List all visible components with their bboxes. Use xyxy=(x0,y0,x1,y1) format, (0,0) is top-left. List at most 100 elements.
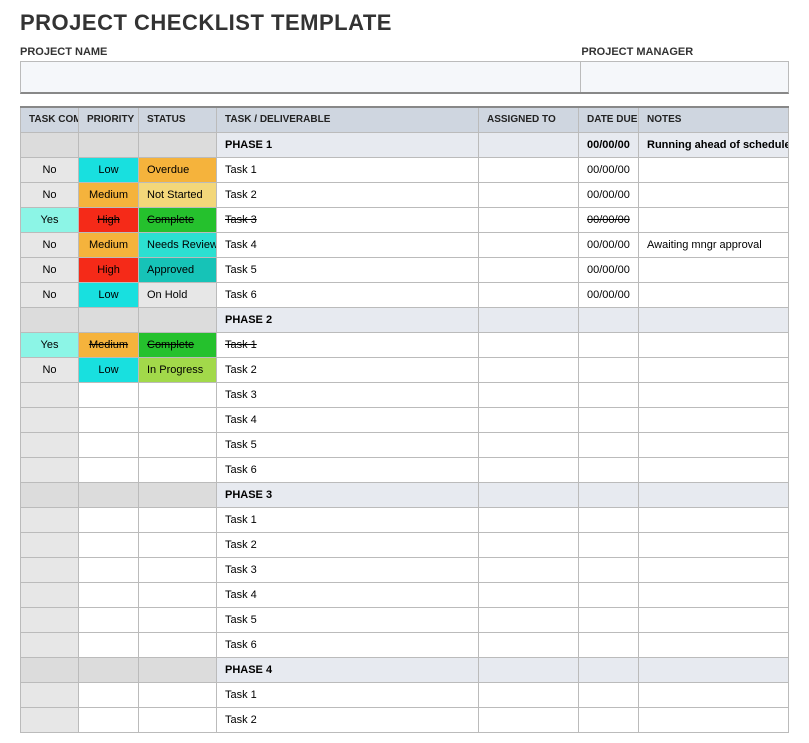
cell-notes[interactable] xyxy=(639,482,789,507)
cell-complete[interactable] xyxy=(21,407,79,432)
cell-date-due[interactable]: 00/00/00 xyxy=(579,232,639,257)
cell-priority[interactable] xyxy=(79,582,139,607)
cell-complete[interactable] xyxy=(21,432,79,457)
cell-date-due[interactable]: 00/00/00 xyxy=(579,132,639,157)
cell-priority[interactable]: Low xyxy=(79,357,139,382)
cell-status[interactable] xyxy=(139,532,217,557)
cell-complete[interactable] xyxy=(21,657,79,682)
cell-notes[interactable] xyxy=(639,182,789,207)
cell-complete[interactable]: No xyxy=(21,157,79,182)
cell-notes[interactable] xyxy=(639,707,789,732)
cell-complete[interactable] xyxy=(21,532,79,557)
cell-date-due[interactable] xyxy=(579,607,639,632)
cell-complete[interactable] xyxy=(21,557,79,582)
cell-task[interactable]: Task 2 xyxy=(217,532,479,557)
cell-notes[interactable] xyxy=(639,507,789,532)
cell-assigned[interactable] xyxy=(479,157,579,182)
cell-task[interactable]: Task 1 xyxy=(217,332,479,357)
cell-date-due[interactable]: 00/00/00 xyxy=(579,257,639,282)
cell-assigned[interactable] xyxy=(479,457,579,482)
cell-assigned[interactable] xyxy=(479,682,579,707)
cell-notes[interactable]: Running ahead of schedule xyxy=(639,132,789,157)
cell-notes[interactable] xyxy=(639,532,789,557)
cell-priority[interactable] xyxy=(79,307,139,332)
cell-priority[interactable]: Low xyxy=(79,157,139,182)
cell-complete[interactable] xyxy=(21,707,79,732)
cell-task[interactable]: Task 6 xyxy=(217,632,479,657)
cell-date-due[interactable] xyxy=(579,407,639,432)
cell-complete[interactable] xyxy=(21,457,79,482)
cell-status[interactable]: Approved xyxy=(139,257,217,282)
cell-date-due[interactable] xyxy=(579,357,639,382)
cell-date-due[interactable] xyxy=(579,432,639,457)
cell-assigned[interactable] xyxy=(479,407,579,432)
cell-assigned[interactable] xyxy=(479,332,579,357)
cell-date-due[interactable]: 00/00/00 xyxy=(579,207,639,232)
cell-assigned[interactable] xyxy=(479,382,579,407)
cell-assigned[interactable] xyxy=(479,357,579,382)
cell-assigned[interactable] xyxy=(479,132,579,157)
cell-priority[interactable] xyxy=(79,457,139,482)
cell-priority[interactable] xyxy=(79,382,139,407)
cell-complete[interactable]: No xyxy=(21,357,79,382)
cell-task[interactable]: Task 2 xyxy=(217,357,479,382)
cell-status[interactable] xyxy=(139,557,217,582)
cell-date-due[interactable]: 00/00/00 xyxy=(579,182,639,207)
cell-task[interactable]: Task 2 xyxy=(217,182,479,207)
project-manager-input[interactable] xyxy=(581,62,788,92)
cell-complete[interactable] xyxy=(21,132,79,157)
cell-complete[interactable]: No xyxy=(21,182,79,207)
cell-status[interactable] xyxy=(139,307,217,332)
cell-task[interactable]: Task 4 xyxy=(217,582,479,607)
cell-assigned[interactable] xyxy=(479,582,579,607)
cell-status[interactable] xyxy=(139,382,217,407)
cell-assigned[interactable] xyxy=(479,282,579,307)
cell-notes[interactable] xyxy=(639,157,789,182)
cell-priority[interactable]: High xyxy=(79,207,139,232)
cell-status[interactable] xyxy=(139,482,217,507)
cell-task[interactable]: Task 5 xyxy=(217,257,479,282)
cell-notes[interactable] xyxy=(639,582,789,607)
cell-date-due[interactable] xyxy=(579,382,639,407)
cell-priority[interactable] xyxy=(79,532,139,557)
cell-assigned[interactable] xyxy=(479,507,579,532)
cell-task[interactable]: Task 4 xyxy=(217,232,479,257)
cell-priority[interactable] xyxy=(79,407,139,432)
cell-notes[interactable]: Awaiting mngr approval xyxy=(639,232,789,257)
cell-priority[interactable]: Medium xyxy=(79,332,139,357)
cell-task[interactable]: Task 5 xyxy=(217,432,479,457)
cell-task[interactable]: Task 5 xyxy=(217,607,479,632)
cell-status[interactable] xyxy=(139,457,217,482)
cell-task[interactable]: Task 1 xyxy=(217,157,479,182)
cell-task[interactable]: PHASE 4 xyxy=(217,657,479,682)
cell-notes[interactable] xyxy=(639,257,789,282)
cell-task[interactable]: PHASE 1 xyxy=(217,132,479,157)
cell-notes[interactable] xyxy=(639,307,789,332)
cell-complete[interactable] xyxy=(21,582,79,607)
cell-task[interactable]: Task 4 xyxy=(217,407,479,432)
cell-task[interactable]: Task 3 xyxy=(217,382,479,407)
cell-task[interactable]: Task 6 xyxy=(217,282,479,307)
cell-complete[interactable]: No xyxy=(21,282,79,307)
cell-status[interactable]: Not Started xyxy=(139,182,217,207)
cell-date-due[interactable] xyxy=(579,457,639,482)
cell-priority[interactable] xyxy=(79,482,139,507)
cell-complete[interactable] xyxy=(21,607,79,632)
cell-date-due[interactable] xyxy=(579,657,639,682)
cell-task[interactable]: PHASE 2 xyxy=(217,307,479,332)
cell-date-due[interactable] xyxy=(579,482,639,507)
cell-notes[interactable] xyxy=(639,407,789,432)
cell-task[interactable]: Task 1 xyxy=(217,682,479,707)
cell-status[interactable] xyxy=(139,607,217,632)
cell-date-due[interactable] xyxy=(579,707,639,732)
cell-priority[interactable] xyxy=(79,607,139,632)
cell-notes[interactable] xyxy=(639,207,789,232)
cell-notes[interactable] xyxy=(639,457,789,482)
cell-complete[interactable] xyxy=(21,382,79,407)
cell-status[interactable] xyxy=(139,682,217,707)
cell-priority[interactable]: Low xyxy=(79,282,139,307)
cell-status[interactable] xyxy=(139,582,217,607)
cell-priority[interactable] xyxy=(79,682,139,707)
cell-assigned[interactable] xyxy=(479,232,579,257)
cell-status[interactable] xyxy=(139,707,217,732)
